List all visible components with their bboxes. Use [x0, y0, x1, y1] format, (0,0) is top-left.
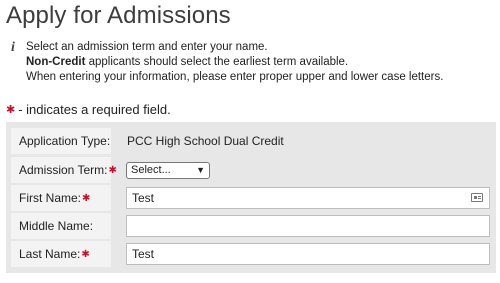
application-form: Application Type: PCC High School Dual C…: [6, 122, 496, 273]
middle-name-label: Middle Name:: [11, 213, 111, 239]
application-type-label: Application Type:: [11, 128, 111, 154]
first-name-input[interactable]: [126, 187, 490, 209]
admission-term-selected: Select...: [131, 164, 171, 176]
last-name-row: Last Name: ✱: [11, 241, 490, 267]
instructions: Select an admission term and enter your …: [26, 40, 443, 85]
instruction-line-2-rest: applicants should select the earliest te…: [85, 56, 349, 68]
non-credit-label: Non-Credit: [26, 56, 86, 68]
contact-card-icon[interactable]: [471, 193, 483, 202]
first-name-row: First Name: ✱: [11, 185, 490, 211]
instruction-line-3: When entering your information, please e…: [26, 71, 444, 83]
first-name-label: First Name: ✱: [11, 185, 111, 211]
info-icon: i: [11, 40, 15, 55]
admission-term-label: Admission Term: ✱: [11, 157, 117, 183]
chevron-down-icon: ▼: [196, 164, 205, 175]
instruction-line-1: Select an admission term and enter your …: [26, 41, 268, 53]
last-name-label: Last Name: ✱: [11, 241, 111, 267]
application-type-row: Application Type: PCC High School Dual C…: [11, 128, 490, 154]
admission-term-row: Admission Term: ✱ Select... ▼: [11, 157, 490, 183]
required-star-icon: ✱: [82, 192, 91, 204]
required-field-note: ✱ - indicates a required field.: [6, 102, 171, 117]
application-type-value: PCC High School Dual Credit: [127, 134, 284, 148]
required-star-icon: ✱: [108, 164, 117, 176]
required-star-icon: ✱: [6, 104, 16, 116]
required-note-text: - indicates a required field.: [18, 102, 171, 117]
required-star-icon: ✱: [81, 248, 90, 260]
instruction-line-2: Non-Credit applicants should select the …: [26, 55, 443, 70]
middle-name-row: Middle Name:: [11, 213, 490, 239]
page-title: Apply for Admissions: [6, 2, 231, 29]
admission-term-select[interactable]: Select... ▼: [126, 161, 210, 179]
last-name-input[interactable]: [126, 243, 490, 265]
middle-name-input[interactable]: [126, 215, 490, 237]
